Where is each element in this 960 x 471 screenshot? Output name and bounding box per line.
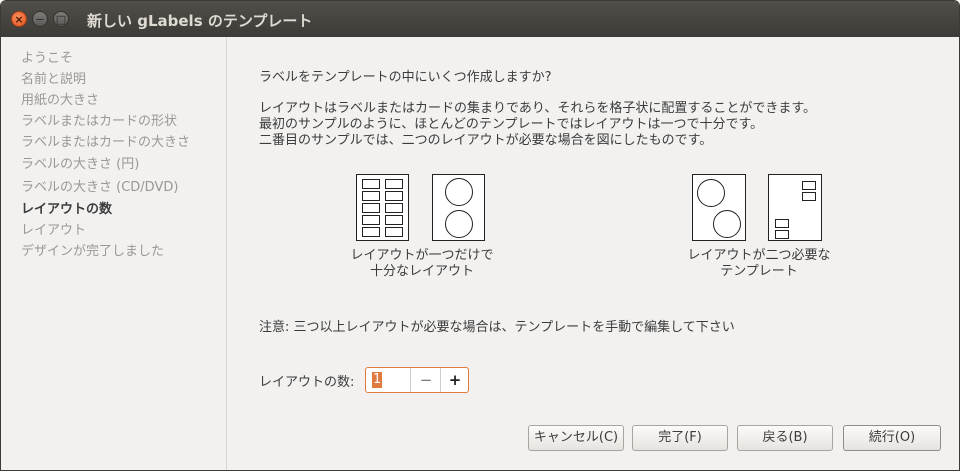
- round-label: [445, 178, 473, 206]
- step-page-size: 用紙の大きさ: [21, 93, 100, 108]
- step-label-size-round: ラベルの大きさ (円): [21, 157, 140, 172]
- title-bar: × − □ 新しい gLabels のテンプレート: [1, 1, 959, 37]
- wizard-steps-sidebar: ようこそ 名前と説明 用紙の大きさ ラベルまたはカードの形状 ラベルまたはカード…: [1, 37, 227, 470]
- two-layouts-caption: レイアウトが二つ必要な テンプレート: [679, 248, 839, 280]
- layout-count-spinner[interactable]: 1 − +: [365, 367, 469, 393]
- two-layouts-caption-line-1: レイアウトが二つ必要な: [687, 248, 831, 263]
- label-rect: [385, 191, 403, 201]
- decrement-button[interactable]: −: [410, 368, 441, 392]
- next-button[interactable]: 続行(O): [843, 425, 941, 451]
- minimize-window-button[interactable]: −: [32, 11, 48, 27]
- step-name-description: 名前と説明: [21, 72, 87, 87]
- increment-button[interactable]: +: [440, 368, 469, 392]
- round-label: [697, 179, 725, 207]
- label-rect: [362, 203, 380, 213]
- cancel-button[interactable]: キャンセル(C): [528, 425, 624, 451]
- step-label-size: ラベルまたはカードの大きさ: [21, 135, 191, 150]
- label-rect: [775, 230, 789, 239]
- step-layout-count: レイアウトの数: [21, 202, 113, 217]
- close-icon: ×: [14, 13, 24, 26]
- two-layouts-caption-line-2: テンプレート: [720, 264, 798, 279]
- circles-sheet: [692, 174, 746, 241]
- plus-icon: +: [448, 371, 462, 389]
- window-title: 新しい gLabels のテンプレート: [87, 12, 313, 30]
- step-finished: デザインが完了しました: [21, 244, 165, 259]
- round-label: [445, 210, 473, 238]
- wizard-page: ラベルをテンプレートの中にいくつ作成しますか? レイアウトはラベルまたはカードの…: [227, 37, 959, 470]
- one-layout-caption-line-2: 十分なレイアウト: [369, 264, 474, 279]
- minimize-icon: −: [35, 13, 45, 26]
- round-labels-sheet: [432, 174, 485, 241]
- grid-labels-sheet: [356, 174, 409, 241]
- step-label-shape: ラベルまたはカードの形状: [21, 114, 178, 129]
- layout-count-input[interactable]: 1: [372, 372, 383, 388]
- maximize-icon: □: [55, 13, 67, 26]
- label-rect: [385, 179, 403, 189]
- label-rect: [362, 227, 380, 237]
- step-welcome: ようこそ: [21, 51, 74, 66]
- label-rect: [802, 181, 816, 190]
- step-label-size-cd: ラベルの大きさ (CD/DVD): [21, 180, 179, 195]
- step-layout: レイアウト: [21, 223, 87, 238]
- one-layout-caption: レイアウトが一つだけで 十分なレイアウト: [342, 248, 502, 280]
- label-rect: [802, 192, 816, 201]
- one-layout-caption-line-1: レイアウトが一つだけで: [350, 248, 494, 263]
- label-rect: [362, 179, 380, 189]
- description-line-3: 二番目のサンプルでは、二つのレイアウトが必要な場合を図にしたものです。: [259, 133, 713, 148]
- maximize-window-button[interactable]: □: [53, 11, 69, 27]
- layout-count-question: ラベルをテンプレートの中にいくつ作成しますか?: [259, 70, 552, 85]
- manual-edit-note: 注意: 三つ以上レイアウトが必要な場合は、テンプレートを手動で編集して下さい: [259, 320, 735, 335]
- finish-button[interactable]: 完了(F): [632, 425, 728, 451]
- round-label: [713, 210, 741, 238]
- label-rect: [385, 215, 403, 225]
- back-button[interactable]: 戻る(B): [737, 425, 833, 451]
- mixed-rects-sheet: [768, 174, 822, 241]
- label-rect: [362, 191, 380, 201]
- layout-count-label: レイアウトの数:: [259, 375, 355, 390]
- label-rect: [775, 219, 789, 228]
- close-window-button[interactable]: ×: [11, 11, 27, 27]
- minus-icon: −: [419, 371, 433, 389]
- assistant-window: × − □ 新しい gLabels のテンプレート ようこそ 名前と説明 用紙の…: [0, 0, 960, 471]
- label-rect: [385, 203, 403, 213]
- label-rect: [362, 215, 380, 225]
- label-rect: [385, 227, 403, 237]
